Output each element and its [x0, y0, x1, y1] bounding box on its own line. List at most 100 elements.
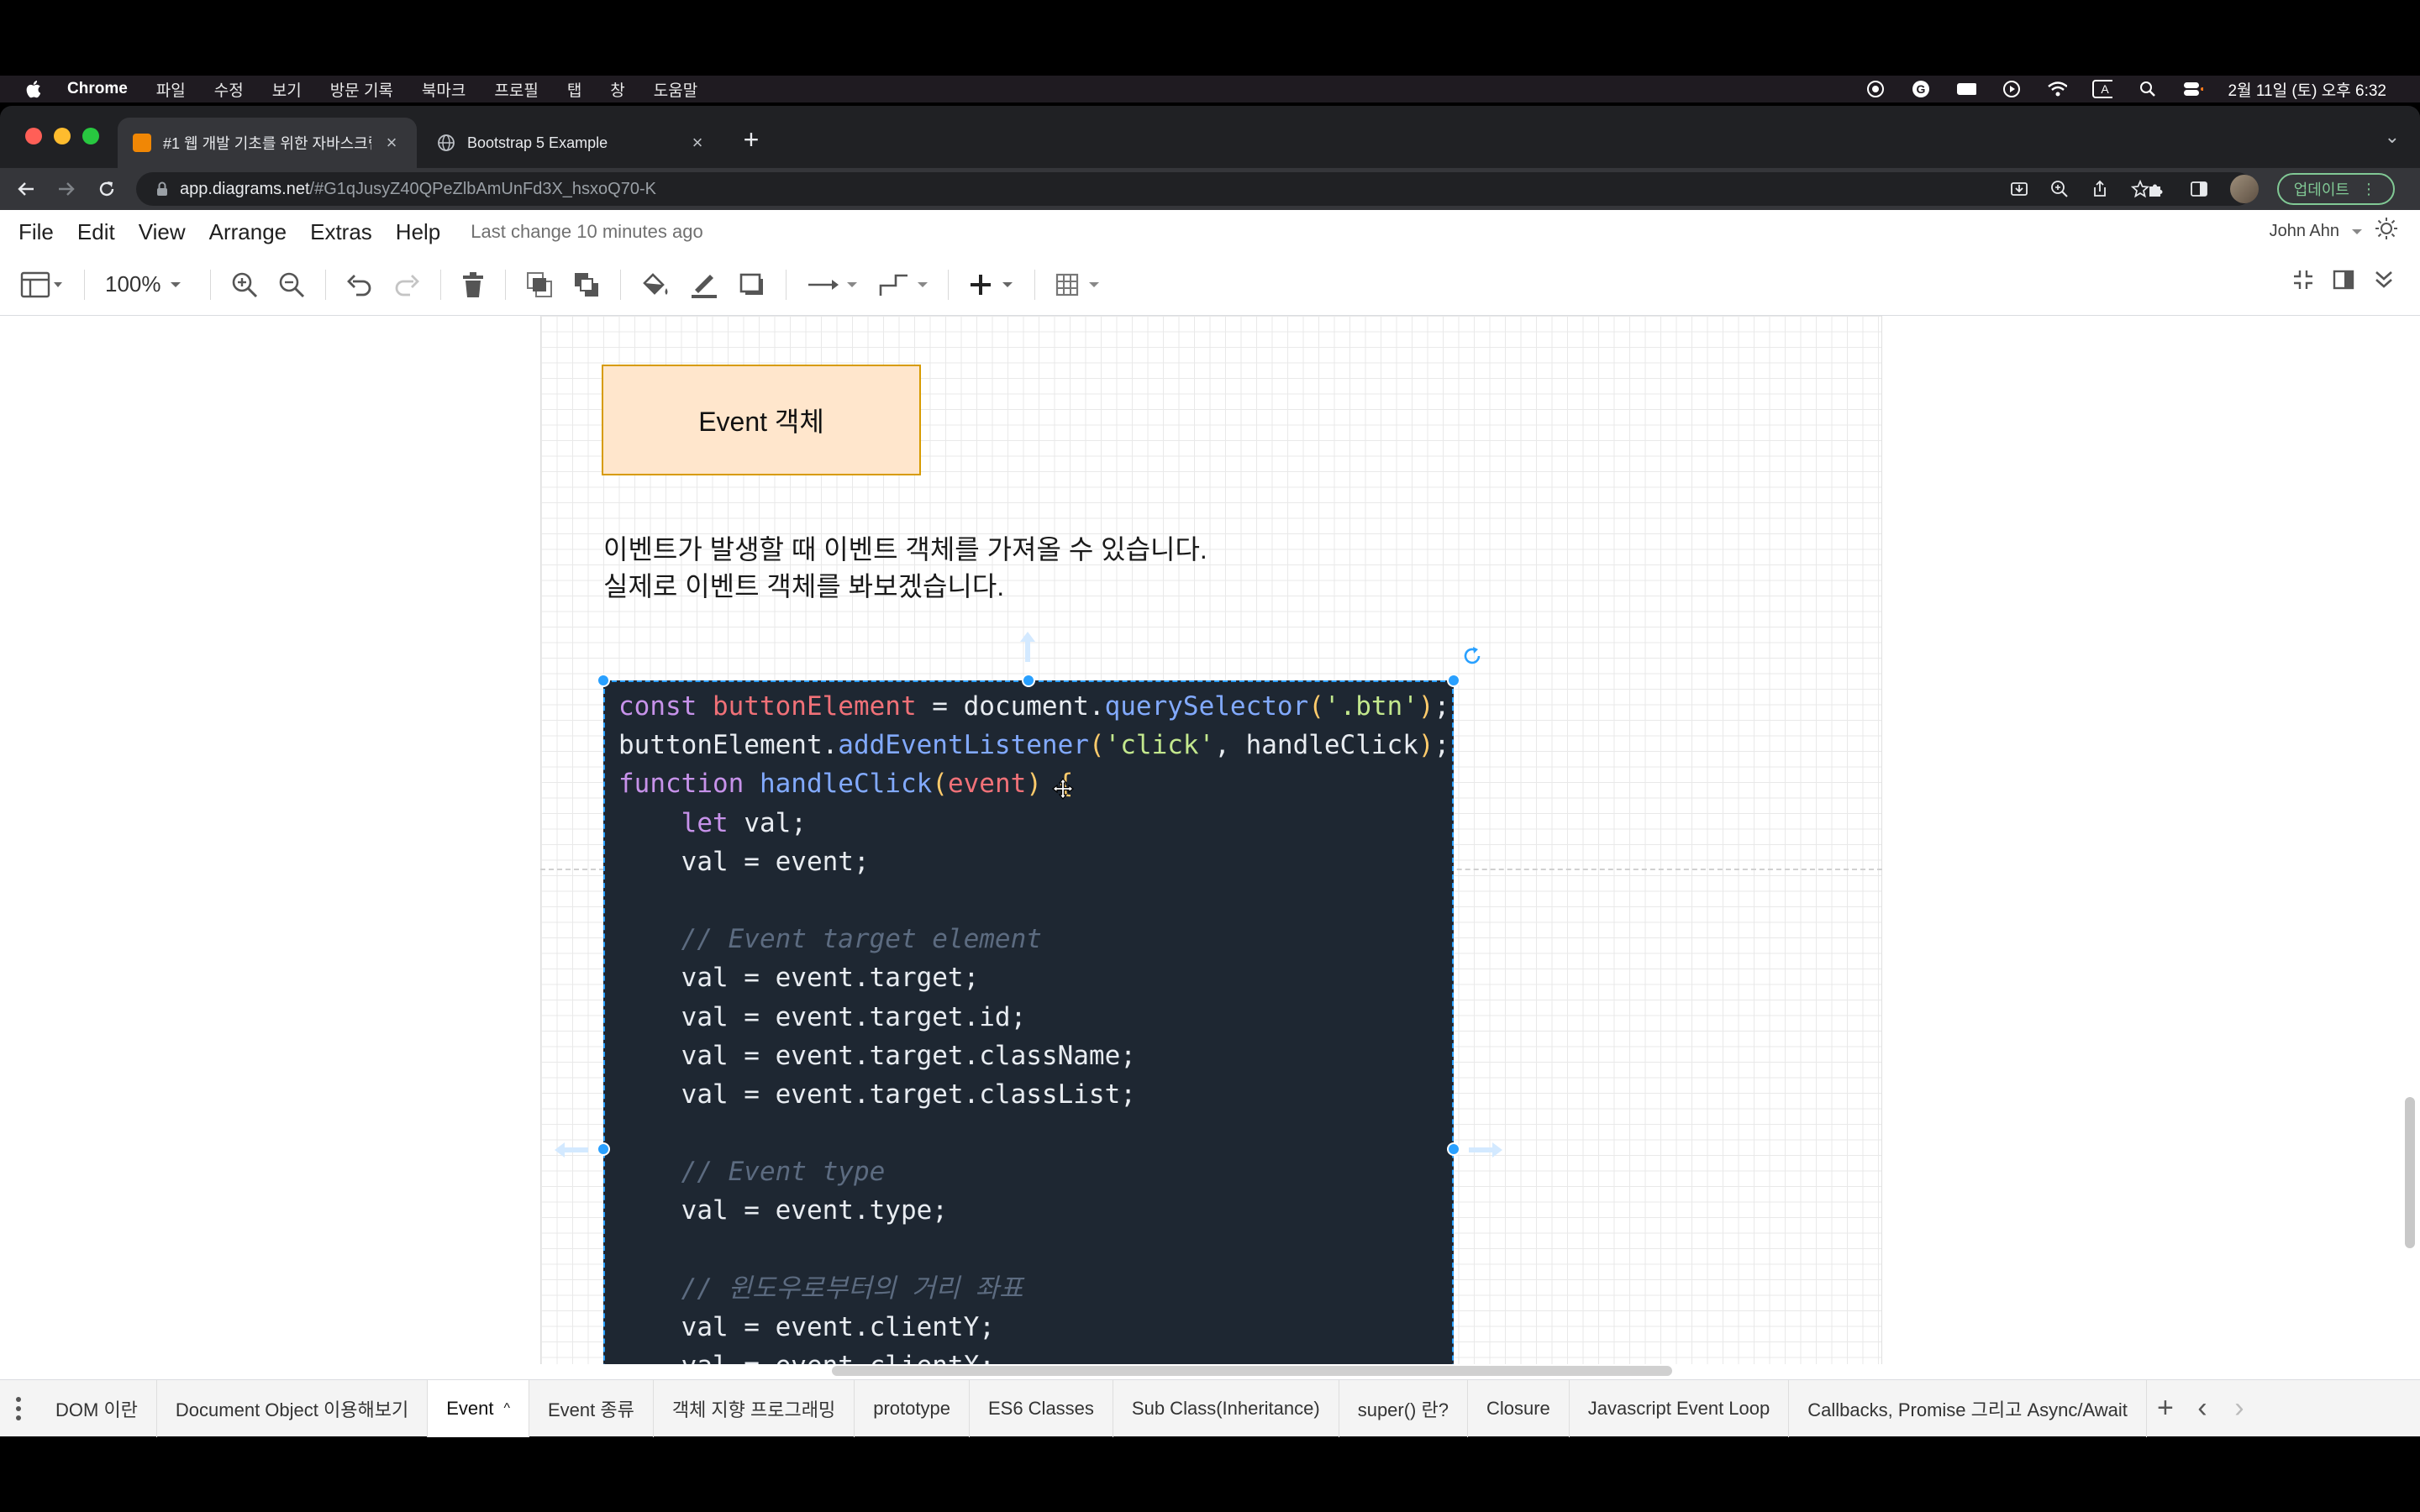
undo-icon[interactable]	[346, 268, 373, 302]
page-tab[interactable]: prototype	[855, 1379, 970, 1437]
menu-clock[interactable]: 2월 11일 (토) 오후 6:32	[2228, 78, 2386, 101]
page-tab[interactable]: Javascript Event Loop	[1570, 1379, 1790, 1437]
zoom-out-icon[interactable]	[278, 268, 305, 302]
collapse-double-chevron-icon[interactable]	[2373, 269, 2395, 295]
new-tab-plus-icon[interactable]: +	[736, 124, 766, 155]
zoom-lens-icon[interactable]	[2049, 176, 2070, 202]
browser-tab-bootstrap[interactable]: Bootstrap 5 Example ×	[422, 118, 723, 168]
resize-handle-nw[interactable]	[597, 674, 610, 687]
page-tab[interactable]: Callbacks, Promise 그리고 Async/Await	[1789, 1379, 2147, 1437]
tab-close-icon[interactable]: ×	[381, 132, 402, 153]
menu-profiles[interactable]: 프로필	[494, 78, 538, 101]
menu-tab[interactable]: 탭	[567, 78, 581, 101]
table-grid-icon[interactable]	[1055, 268, 1101, 302]
menu-help[interactable]: 도움말	[654, 78, 697, 101]
page-tab-active[interactable]: Event ^	[428, 1379, 529, 1437]
waypoints-icon[interactable]	[877, 268, 928, 302]
pages-menu-icon[interactable]	[0, 1380, 37, 1437]
extensions-puzzle-icon[interactable]	[2143, 172, 2168, 206]
hover-arrow-left-icon[interactable]	[553, 1141, 590, 1163]
grammarly-icon[interactable]: G	[1911, 79, 1931, 99]
profile-avatar[interactable]	[2229, 175, 2259, 203]
page-tab[interactable]: Closure	[1468, 1379, 1570, 1437]
update-button[interactable]: 업데이트 ⋮	[2276, 173, 2395, 205]
menu-app-name[interactable]: Chrome	[67, 80, 128, 98]
menu-edit[interactable]: 수정	[214, 78, 244, 101]
minimize-window-button[interactable]	[54, 128, 71, 144]
side-panel-icon[interactable]	[2186, 172, 2212, 206]
page-tab[interactable]: ES6 Classes	[970, 1379, 1113, 1437]
delete-trash-icon[interactable]	[461, 268, 485, 302]
drawio-menu-help[interactable]: Help	[396, 219, 440, 245]
page-tab[interactable]: Event 종류	[529, 1379, 654, 1437]
shadow-icon[interactable]	[739, 268, 765, 302]
resize-handle-w[interactable]	[597, 1142, 610, 1156]
drawio-menu-file[interactable]: File	[18, 219, 54, 245]
menu-history[interactable]: 방문 기록	[330, 78, 393, 101]
diagram-canvas[interactable]: Event 객체 이벤트가 발생할 때 이벤트 객체를 가져올 수 있습니다. …	[0, 316, 2420, 1364]
close-window-button[interactable]	[25, 128, 42, 144]
page-tab[interactable]: super() 란?	[1339, 1379, 1468, 1437]
control-center-icon[interactable]	[2183, 79, 2203, 99]
fullscreen-collapse-icon[interactable]	[2292, 269, 2314, 295]
page-tab[interactable]: DOM 이란	[37, 1379, 157, 1437]
hover-arrow-up-icon[interactable]	[1018, 630, 1037, 668]
rotate-handle-icon[interactable]	[1462, 645, 1484, 671]
connection-arrow-icon[interactable]	[807, 268, 857, 302]
last-change-status[interactable]: Last change 10 minutes ago	[471, 221, 702, 243]
address-bar[interactable]: app.diagrams.net /#G1qJusyZ40QPeZlbAmUnF…	[136, 172, 2254, 206]
lock-icon[interactable]	[153, 180, 171, 198]
play-icon[interactable]	[2002, 79, 2022, 99]
menu-window[interactable]: 창	[610, 78, 624, 101]
chevron-up-icon[interactable]: ^	[503, 1401, 510, 1416]
to-back-icon[interactable]	[573, 268, 600, 302]
share-icon[interactable]	[2089, 176, 2111, 202]
vertical-scrollbar[interactable]	[2405, 1097, 2415, 1248]
fill-color-icon[interactable]	[641, 268, 670, 302]
drawio-menu-view[interactable]: View	[139, 219, 186, 245]
zoom-window-button[interactable]	[82, 128, 99, 144]
hover-arrow-right-icon[interactable]	[1467, 1141, 1504, 1163]
resize-handle-n[interactable]	[1022, 674, 1035, 687]
resize-handle-e[interactable]	[1447, 1142, 1460, 1156]
menu-file[interactable]: 파일	[156, 78, 186, 101]
tab-search-chevron-icon[interactable]: ⌄	[2385, 126, 2400, 148]
scroll-tabs-left-icon[interactable]: ‹	[2184, 1380, 2221, 1437]
code-block-shape[interactable]: const buttonElement = document.querySele…	[603, 680, 1454, 1364]
resize-handle-ne[interactable]	[1447, 674, 1460, 687]
spotlight-search-icon[interactable]	[2138, 79, 2158, 99]
redo-icon[interactable]	[393, 268, 420, 302]
insert-plus-icon[interactable]	[969, 268, 1014, 302]
drawio-menu-extras[interactable]: Extras	[310, 219, 372, 245]
format-panel-icon[interactable]	[20, 268, 64, 302]
menu-bookmarks[interactable]: 북마크	[422, 78, 466, 101]
reload-icon[interactable]	[94, 176, 119, 202]
line-color-icon[interactable]	[690, 268, 718, 302]
back-arrow-icon[interactable]	[13, 176, 39, 202]
format-toggle-icon[interactable]	[2333, 269, 2354, 295]
menu-view[interactable]: 보기	[272, 78, 302, 101]
page-tab[interactable]: Document Object 이용해보기	[157, 1379, 429, 1437]
drawio-menu-arrange[interactable]: Arrange	[209, 219, 287, 245]
drawio-menu-edit[interactable]: Edit	[77, 219, 115, 245]
horizontal-scrollbar[interactable]	[832, 1366, 1672, 1376]
battery-icon[interactable]	[1956, 79, 1976, 99]
to-front-icon[interactable]	[526, 268, 553, 302]
scroll-tabs-right-icon[interactable]: ›	[2221, 1380, 2258, 1437]
browser-tab-active[interactable]: #1 웹 개발 기초를 위한 자바스크립트 ×	[118, 118, 417, 168]
theme-sun-icon[interactable]	[2375, 217, 2398, 245]
add-page-plus-icon[interactable]: +	[2147, 1380, 2184, 1437]
zoom-dropdown[interactable]: 100%	[105, 271, 182, 297]
forward-arrow-icon[interactable]	[54, 176, 79, 202]
page-tab[interactable]: 객체 지향 프로그래밍	[654, 1379, 855, 1437]
install-app-icon[interactable]	[2008, 176, 2030, 202]
apple-icon[interactable]	[24, 78, 45, 100]
input-source-icon[interactable]: A	[2091, 79, 2112, 99]
wifi-icon[interactable]	[2047, 79, 2067, 99]
page-tab[interactable]: Sub Class(Inheritance)	[1113, 1379, 1339, 1437]
zoom-in-icon[interactable]	[231, 268, 258, 302]
user-menu[interactable]: John Ahn	[2270, 217, 2398, 245]
record-icon[interactable]	[1865, 79, 1886, 99]
event-object-title-shape[interactable]: Event 객체	[602, 365, 921, 475]
description-text[interactable]: 이벤트가 발생할 때 이벤트 객체를 가져올 수 있습니다. 실제로 이벤트 객…	[603, 531, 1207, 605]
